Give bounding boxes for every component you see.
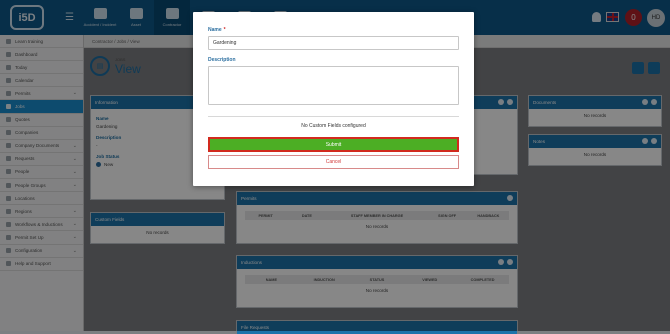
edit-job-modal: Name* Description No Custom Fields confi… xyxy=(193,12,474,186)
description-textarea[interactable] xyxy=(208,66,459,105)
required-mark: * xyxy=(223,27,226,33)
submit-button[interactable]: Submit xyxy=(208,137,459,152)
cancel-button[interactable]: Cancel xyxy=(208,155,459,169)
name-input[interactable] xyxy=(208,36,459,50)
custom-fields-note: No Custom Fields configured xyxy=(301,123,366,129)
divider xyxy=(208,116,459,117)
description-label: Description xyxy=(208,57,236,63)
name-label: Name * xyxy=(208,27,226,33)
name-label-text: Name xyxy=(208,27,222,33)
